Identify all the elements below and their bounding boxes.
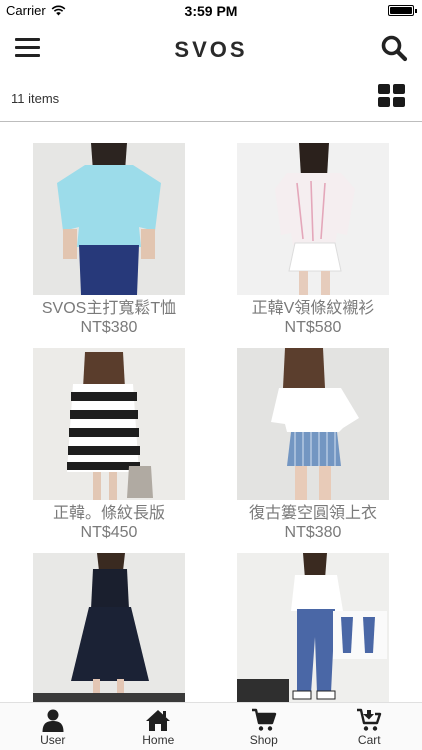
shopping-cart-icon	[251, 708, 276, 731]
tab-label: Shop	[249, 733, 278, 747]
product-price: NT$380	[284, 524, 342, 541]
tab-home[interactable]: Home	[106, 703, 212, 750]
product-card[interactable]	[14, 553, 204, 710]
product-name: 正韓V領條紋襯衫	[251, 300, 375, 317]
tab-bar: User Home Shop Cart	[0, 702, 422, 750]
tab-shop[interactable]: Shop	[211, 703, 317, 750]
product-card[interactable]	[218, 553, 408, 710]
list-toolbar: 11 items	[0, 78, 422, 122]
battery-icon	[388, 5, 417, 16]
status-bar: Carrier 3:59 PM	[0, 0, 422, 22]
search-icon[interactable]	[380, 34, 408, 62]
product-image	[237, 348, 389, 500]
user-icon	[42, 709, 64, 732]
grid-view-icon[interactable]	[378, 84, 406, 108]
product-name: 復古簍空圓領上衣	[248, 505, 377, 522]
tab-label: Cart	[357, 733, 381, 747]
battery-level	[390, 7, 412, 14]
app-title: SVOS	[174, 37, 248, 62]
product-card[interactable]: 正韓V領條紋襯衫 NT$580	[218, 143, 408, 338]
tab-label: User	[40, 733, 66, 747]
product-price: NT$380	[80, 319, 138, 336]
tab-label: Home	[142, 733, 175, 747]
tab-cart[interactable]: Cart	[317, 703, 422, 750]
product-price: NT$580	[284, 319, 342, 336]
item-count: 11 items	[11, 91, 60, 106]
product-name: SVOS主打寬鬆T恤	[41, 300, 177, 317]
cart-download-icon	[357, 708, 382, 731]
status-time: 3:59 PM	[184, 3, 238, 19]
product-image	[33, 143, 185, 295]
tab-user[interactable]: User	[0, 703, 106, 750]
product-name: 正韓。條紋長版	[52, 505, 165, 522]
product-card[interactable]: 復古簍空圓領上衣 NT$380	[218, 348, 408, 543]
home-icon	[146, 710, 171, 731]
navigation-bar: SVOS	[0, 22, 422, 78]
product-image	[237, 553, 389, 705]
product-price: NT$450	[80, 524, 138, 541]
product-card[interactable]: 正韓。條紋長版 NT$450	[14, 348, 204, 543]
product-image	[237, 143, 389, 295]
product-card[interactable]: SVOS主打寬鬆T恤 NT$380	[14, 143, 204, 338]
product-image	[33, 553, 185, 705]
product-image	[33, 348, 185, 500]
